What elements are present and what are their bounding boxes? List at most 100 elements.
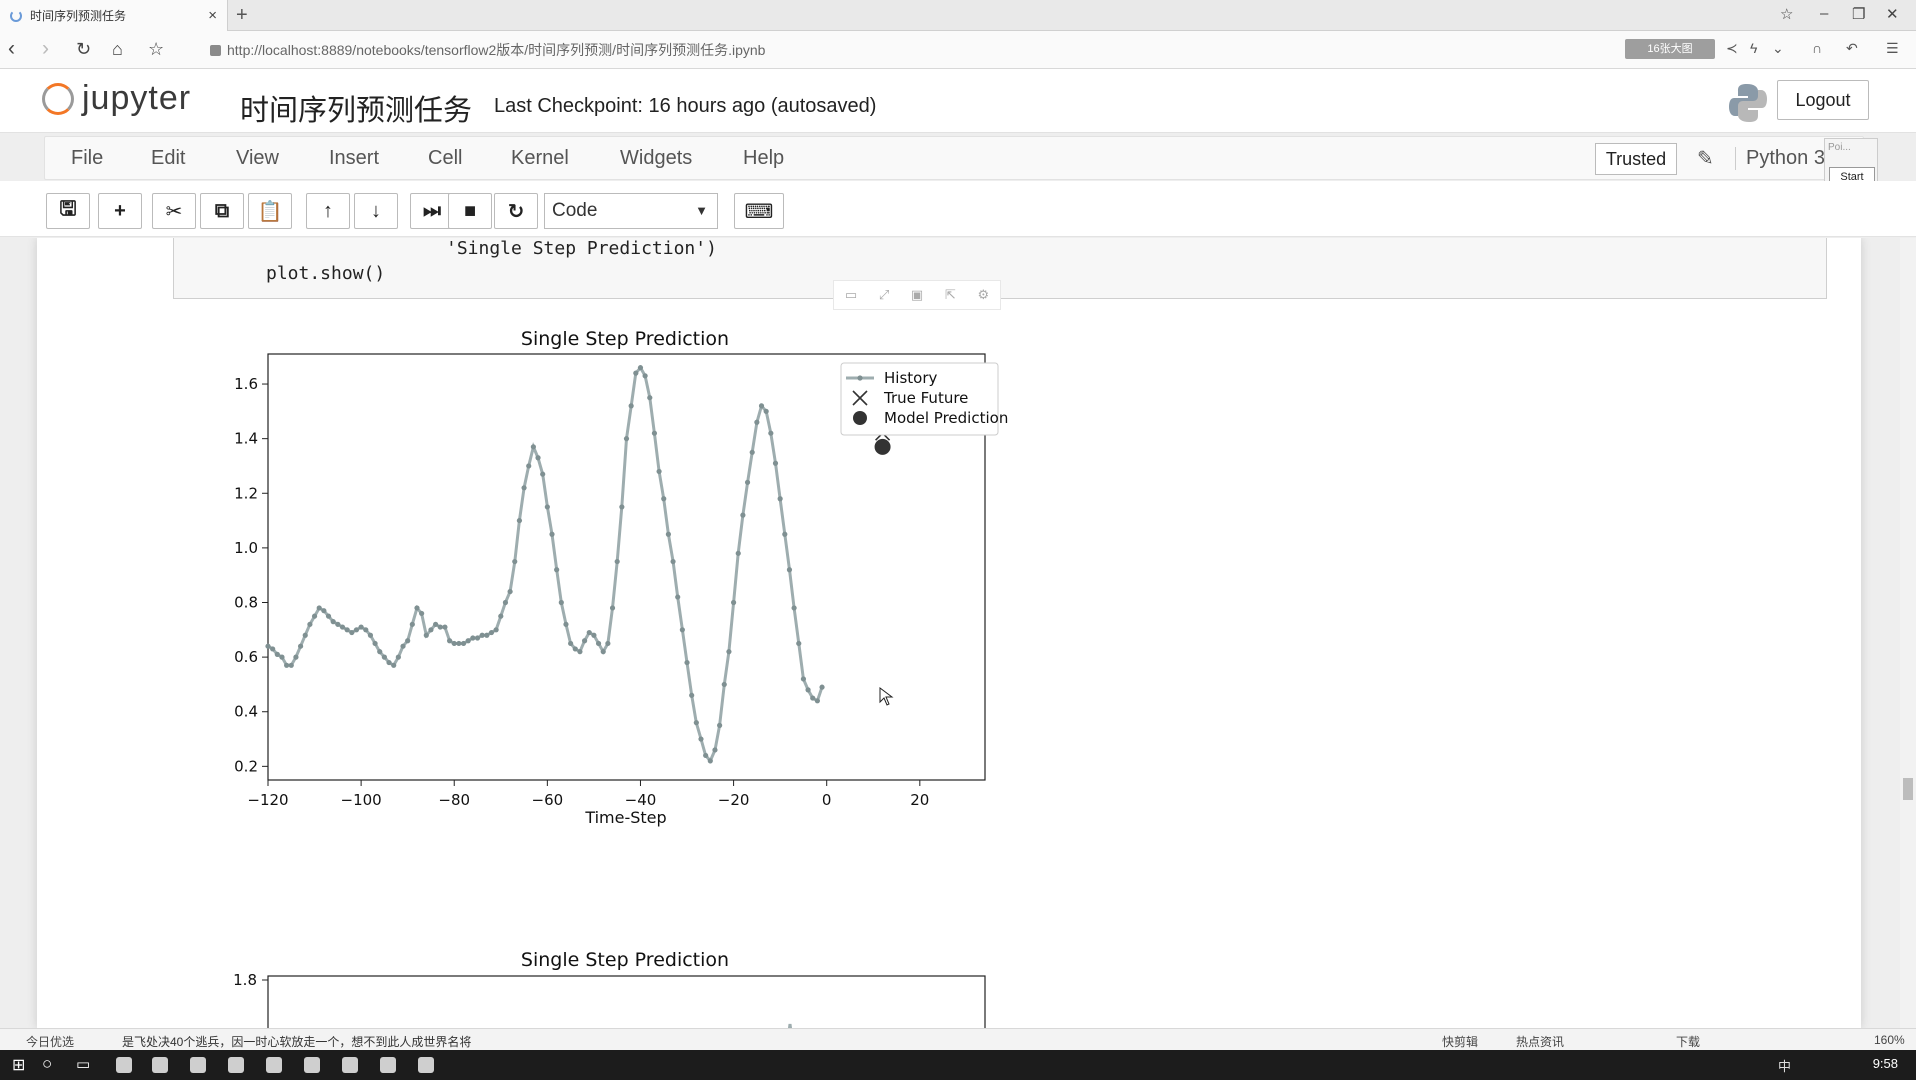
zoom-level[interactable]: 160% [1874, 1033, 1905, 1047]
back-icon[interactable]: ‹ [8, 37, 15, 61]
menu-icon[interactable]: ☰ [1886, 40, 1899, 57]
app-icon[interactable] [190, 1057, 206, 1073]
menu-widgets[interactable]: Widgets [620, 147, 692, 170]
headset-icon[interactable]: ∩ [1812, 40, 1822, 56]
x-tick-label: 0 [822, 791, 832, 809]
save-output-icon[interactable]: ▣ [911, 287, 923, 303]
history-point [433, 621, 439, 627]
news-ticker[interactable]: 是飞处决40个逃兵，因一时心软放走一个，想不到此人成世界名将 [122, 1033, 471, 1050]
expand-icon[interactable]: ⤢ [879, 287, 889, 303]
copy-button[interactable]: ⧉ [200, 193, 244, 229]
history-point [409, 621, 415, 627]
cell-type-select[interactable]: Code ▼ [544, 193, 718, 229]
menu-file[interactable]: File [71, 147, 103, 170]
app-icon[interactable] [266, 1057, 282, 1073]
menu-help[interactable]: Help [743, 147, 784, 170]
history-point [274, 651, 280, 657]
close-icon[interactable]: × [208, 7, 217, 24]
window-close-icon[interactable]: ✕ [1886, 5, 1899, 23]
history-point [353, 627, 360, 633]
legend-label: History [884, 369, 937, 387]
collection-icon[interactable]: ☆ [1780, 5, 1793, 23]
history-point [614, 558, 620, 565]
folder-icon[interactable] [152, 1057, 168, 1073]
notebook-area: 'Single Step Prediction') plot.show() ▭ … [0, 238, 1916, 1028]
menu-insert[interactable]: Insert [329, 147, 379, 170]
share-output-icon[interactable]: ⇱ [945, 287, 956, 303]
url-field[interactable]: http://localhost:8889/notebooks/tensorfl… [210, 38, 1610, 62]
minimize-icon[interactable]: – [1820, 5, 1828, 22]
paste-button[interactable]: 📋 [248, 193, 292, 229]
app-icon[interactable] [228, 1057, 244, 1073]
notebook-title[interactable]: 时间序列预测任务 [240, 87, 472, 129]
restart-button[interactable]: ↻ [494, 193, 538, 229]
menu-cell[interactable]: Cell [428, 147, 462, 170]
history-point [284, 662, 290, 668]
chevron-down-icon[interactable]: ⌄ [1772, 40, 1784, 57]
settings-icon[interactable]: ⚙ [978, 287, 990, 303]
command-palette-button[interactable]: ⌨ [734, 193, 784, 229]
jupyter-logo[interactable]: jupyter [42, 79, 191, 118]
search-icon[interactable]: ○ [42, 1054, 52, 1074]
save-button[interactable]: 🖫 [46, 193, 90, 229]
history-point [735, 550, 741, 556]
loading-icon [10, 9, 22, 22]
share-icon[interactable]: ≺ [1726, 40, 1738, 57]
trusted-indicator[interactable]: Trusted [1595, 143, 1677, 175]
history-point [488, 629, 495, 636]
run-icon: ⏭ [423, 199, 441, 222]
status-item[interactable]: 快剪辑 [1442, 1033, 1478, 1050]
paste-icon: 📋 [257, 200, 283, 223]
ime-icon[interactable]: 中 [1778, 1056, 1791, 1075]
history-point [502, 599, 509, 606]
history-point [302, 632, 308, 638]
insert-cell-button[interactable]: + [98, 193, 142, 229]
windows-start-icon[interactable]: ⊞ [12, 1055, 25, 1075]
app-icon[interactable] [418, 1057, 434, 1073]
move-up-button[interactable]: ↑ [306, 193, 350, 229]
history-point [339, 624, 346, 630]
lightning-icon[interactable]: ϟ [1750, 40, 1757, 56]
history-point [619, 504, 625, 510]
x-tick-label: −100 [341, 791, 382, 809]
browser-tab[interactable]: 时间序列预测任务 × [0, 0, 228, 31]
app-icon[interactable] [342, 1057, 358, 1073]
history-point [526, 463, 532, 469]
app-icon[interactable] [380, 1057, 396, 1073]
move-down-button[interactable]: ↓ [354, 193, 398, 229]
new-tab-button[interactable]: + [236, 4, 248, 27]
vertical-scrollbar[interactable] [1900, 238, 1916, 1028]
history-point [563, 621, 569, 627]
history-point [516, 517, 523, 524]
home-icon[interactable]: ⌂ [112, 39, 123, 60]
menu-kernel[interactable]: Kernel [511, 147, 569, 170]
cut-button[interactable]: ✂ [152, 193, 196, 229]
os-taskbar: ⊞ ○ ▭ 中 9:58 [0, 1050, 1916, 1080]
restore-icon[interactable]: ❐ [1852, 5, 1865, 23]
menu-edit[interactable]: Edit [151, 147, 185, 170]
extension-badge[interactable]: 16张大图 [1625, 39, 1715, 59]
pencil-icon[interactable]: ✎ [1697, 146, 1714, 171]
menu-view[interactable]: View [236, 147, 279, 170]
task-view-icon[interactable]: ▭ [76, 1055, 90, 1073]
favorite-icon[interactable]: ☆ [148, 39, 164, 60]
history-point [493, 627, 499, 633]
status-item[interactable]: 热点资讯 [1516, 1033, 1564, 1050]
scrollbar-thumb[interactable] [1903, 778, 1913, 800]
logout-button[interactable]: Logout [1777, 80, 1869, 120]
forward-icon[interactable]: › [42, 37, 49, 61]
bookmark-icon[interactable]: ▭ [845, 287, 857, 303]
status-item[interactable]: 下载 [1676, 1033, 1700, 1050]
restart-icon: ↻ [507, 200, 525, 223]
status-left[interactable]: 今日优选 [26, 1033, 74, 1050]
legend-label: True Future [883, 389, 968, 407]
interrupt-button[interactable]: ■ [448, 193, 492, 229]
app-icon[interactable] [116, 1057, 132, 1073]
app-icon[interactable] [304, 1057, 320, 1073]
refresh-icon[interactable]: ↻ [76, 39, 91, 60]
history-point [675, 594, 681, 600]
history-point [763, 408, 769, 414]
undo-icon[interactable]: ↶ [1846, 40, 1858, 57]
history-point [726, 649, 732, 655]
legend: History True Future Model Prediction [840, 362, 1008, 436]
